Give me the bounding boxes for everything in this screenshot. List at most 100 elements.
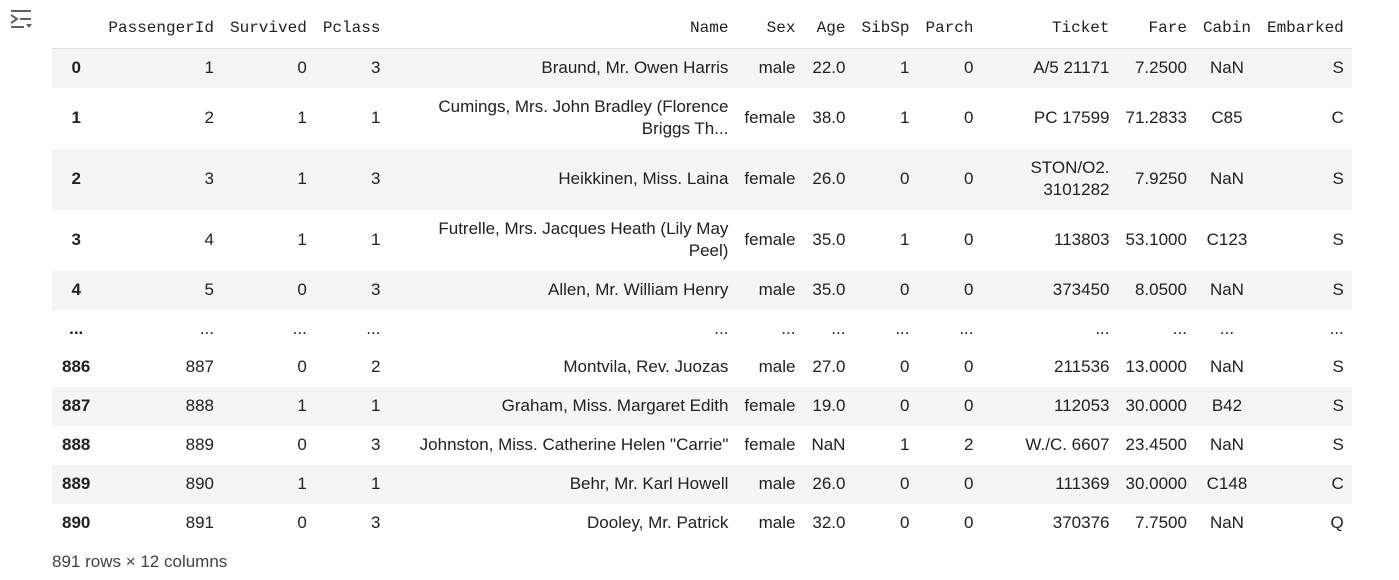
row-index: 4 [71,280,81,299]
cell-embarked: C [1331,108,1344,127]
cell-name: Behr, Mr. Karl Howell [569,474,729,493]
cell-embarked: S [1332,280,1344,299]
cell-ticket: STON/O2. 3101282 [1030,158,1110,199]
cell-fare: 53.1000 [1125,230,1187,249]
cell-passengerid: 891 [185,513,214,532]
cell-ticket: 211536 [1054,357,1110,376]
cell-embarked: S [1332,169,1344,188]
cell-cabin: NaN [1209,435,1244,454]
column-header-survived: Survived [222,8,315,49]
cell-pclass: 3 [370,169,381,188]
cell-parch: 0 [964,58,974,78]
cell-passengerid: 889 [185,435,214,454]
cell-cabin: ... [1219,318,1235,338]
cell-pclass: 1 [370,396,381,415]
cell-sex: male [758,357,796,376]
cell-pclass: 3 [370,513,381,532]
cell-ticket: A/5 21171 [1033,58,1110,78]
cell-sibsp: ... [895,318,910,338]
cell-parch: 0 [964,280,974,299]
cell-ticket: 370376 [1052,513,1110,532]
row-index: 0 [71,58,81,78]
cell-age: 19.0 [812,396,846,415]
table-row: 3 4 1 1 Futrelle, Mrs. Jacques Heath (Lily M… [52,210,1352,271]
cell-fare: 8.0500 [1134,280,1187,299]
table-row: 1 2 1 1 Cumings, Mrs. John Bradley (Florence… [52,88,1352,149]
column-header-sibsp: SibSp [853,8,918,49]
cell-cabin: NaN [1209,357,1244,376]
cell-passengerid: 5 [204,280,214,299]
cell-ticket: PC 17599 [1033,108,1110,127]
table-row: 0 1 0 3 Braund, Mr. Owen Harris male 22.0 1 0 A/5… [52,48,1352,88]
table-row: 886 887 0 2 Montvila, Rev. Juozas male 27.0 0 0 2… [52,348,1352,387]
cell-fare: 7.9250 [1134,169,1187,188]
cell-name: Allen, Mr. William Henry [548,280,729,299]
cell-cabin: C148 [1206,474,1248,493]
cell-cabin: B42 [1211,396,1243,415]
cell-name: Braund, Mr. Owen Harris [541,58,729,78]
cell-embarked: S [1332,396,1344,415]
cell-sibsp: 1 [900,108,910,127]
cell-ticket: 113803 [1054,230,1110,249]
cell-ticket: 111369 [1055,474,1110,493]
row-index: 888 [62,435,91,454]
cell-fare: 30.0000 [1125,396,1187,415]
cell-survived: 1 [297,230,307,249]
cell-parch: 2 [964,435,974,454]
row-index: 3 [71,230,81,249]
row-index: 887 [62,396,91,415]
cell-survived: 1 [297,396,307,415]
cell-age: 26.0 [812,474,846,493]
cell-survived: 1 [297,169,307,188]
cell-cabin: NaN [1209,513,1244,532]
cell-sibsp: 0 [900,280,910,299]
header-row: PassengerId Survived Pclass Name Sex Age SibSp… [52,8,1352,49]
cell-cabin: NaN [1209,280,1244,299]
cell-sex: male [758,58,796,78]
cell-fare: 7.2500 [1134,58,1187,78]
column-header-name: Name [388,8,737,49]
cell-sibsp: 1 [900,435,910,454]
cell-passengerid: 888 [185,396,214,415]
cell-parch: 0 [964,396,974,415]
column-header-pclass: Pclass [314,8,389,49]
cell-name: Cumings, Mrs. John Bradley (Florence Bri… [438,97,729,138]
cell-sibsp: 0 [900,474,910,493]
cell-parch: 0 [964,169,974,188]
cell-cabin: C85 [1211,108,1243,127]
cell-survived: 0 [297,58,307,78]
cell-embarked: S [1332,230,1344,249]
cell-fare: 13.0000 [1125,357,1187,376]
cell-fare: 23.4500 [1125,435,1187,454]
cell-pclass: 2 [370,357,381,376]
dataframe-table: PassengerId Survived Pclass Name Sex Age SibSp… [52,8,1352,543]
column-header-sex: Sex [736,8,804,49]
row-index: 890 [62,513,91,532]
cell-sibsp: 1 [900,230,910,249]
cell-embarked: S [1332,435,1344,454]
table-row: 2 3 1 3 Heikkinen, Miss. Laina female 26.0 0 0 ST… [52,148,1352,210]
table-row: 4 5 0 3 Allen, Mr. William Henry male 35.0 0 0 37… [52,270,1352,310]
cell-parch: 0 [964,230,974,249]
cell-sibsp: 0 [900,396,910,415]
cell-embarked: Q [1330,513,1344,532]
cell-passengerid: 890 [185,474,214,493]
cell-passengerid: ... [199,318,214,338]
cell-survived: 1 [297,108,307,127]
cell-pclass: 1 [370,230,381,249]
cell-fare: 7.7500 [1134,513,1187,532]
cell-age: 35.0 [812,280,846,299]
cell-pclass: 1 [370,474,381,493]
table-row: 890 891 0 3 Dooley, Mr. Patrick male 32.0 0 0 370… [52,504,1352,543]
cell-pclass: ... [366,318,381,338]
cell-parch: 0 [964,357,974,376]
cell-name: Heikkinen, Miss. Laina [558,169,729,188]
table-body: 0 1 0 3 Braund, Mr. Owen Harris male 22.0 1 0 A/5… [52,48,1352,543]
cell-sibsp: 0 [900,513,910,532]
column-header-age: Age [803,8,854,49]
cell-survived: ... [292,318,307,338]
output-settings-icon-svg [10,10,32,28]
cell-survived: 0 [297,513,307,532]
output-settings-icon[interactable] [9,8,35,30]
cell-age: 26.0 [812,169,846,188]
